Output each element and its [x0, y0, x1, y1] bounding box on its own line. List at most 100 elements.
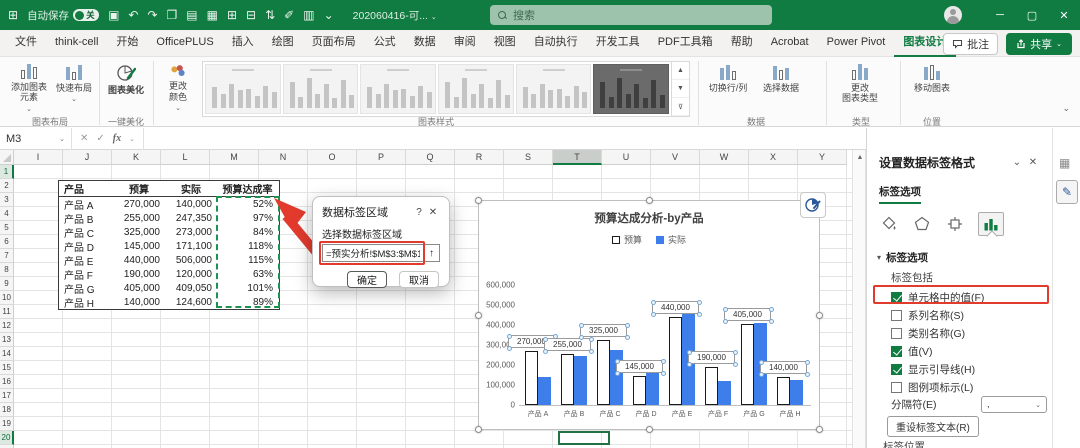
table-row[interactable]: 产品 D 145,000 171,100 118% — [59, 239, 279, 254]
column-header-S[interactable]: S — [504, 150, 553, 165]
row-header-8[interactable]: 8 — [0, 263, 14, 277]
gallery-down-icon[interactable]: ▼ — [672, 80, 689, 98]
legend-item-budget[interactable]: 预算 — [611, 233, 642, 246]
name-box[interactable]: M3 ⌄ — [0, 127, 72, 150]
column-header-R[interactable]: R — [455, 150, 504, 165]
table-row[interactable]: 产品 B 255,000 247,350 97% — [59, 211, 279, 226]
size-properties-icon[interactable] — [945, 214, 965, 234]
switch-row-column-button[interactable]: 切换行/列 — [702, 60, 754, 112]
chart-handle[interactable] — [646, 426, 653, 433]
bar-budget-产品 D[interactable] — [633, 376, 646, 405]
column-header-M[interactable]: M — [210, 150, 259, 165]
data-label-产品 G[interactable]: 405,000 — [723, 307, 774, 324]
format-painter-icon[interactable]: ✐ — [284, 9, 294, 21]
change-colors-button[interactable]: 更改 颜色 ⌄ — [157, 60, 199, 112]
select-data-button[interactable]: 选择数据 — [756, 60, 806, 112]
row-header-16[interactable]: 16 — [0, 375, 14, 389]
copy-icon[interactable]: ❐ — [167, 9, 178, 21]
ribbon-tab-PDF工具箱[interactable]: PDF工具箱 — [649, 30, 722, 57]
column-header-Q[interactable]: Q — [406, 150, 455, 165]
dialog-close-icon[interactable]: ✕ — [426, 207, 440, 218]
fill-line-icon[interactable] — [879, 214, 899, 234]
reset-label-text-button[interactable]: 重设标签文本(R) — [887, 416, 979, 437]
column-header-L[interactable]: L — [161, 150, 210, 165]
column-header-Y[interactable]: Y — [798, 150, 847, 165]
checkbox-checked[interactable] — [891, 363, 902, 375]
dialog-help-icon[interactable]: ? — [412, 207, 426, 218]
section-label-options[interactable]: ▾ 标签选项 — [877, 250, 928, 265]
chart-style-thumbnail[interactable] — [205, 64, 281, 114]
ribbon-tab-插入[interactable]: 插入 — [223, 30, 263, 57]
column-header-X[interactable]: X — [749, 150, 798, 165]
row-header-2[interactable]: 2 — [0, 179, 14, 193]
row-header-1[interactable]: 1 — [0, 165, 14, 179]
more-commands-icon[interactable]: ⌄ — [324, 9, 334, 21]
ok-button[interactable]: 确定 — [347, 271, 387, 288]
minimize-button[interactable]: ─ — [984, 0, 1016, 30]
checkbox-unchecked[interactable] — [891, 327, 902, 339]
chart-handle[interactable] — [475, 197, 482, 204]
checkbox-checked[interactable] — [891, 291, 902, 303]
column-header-V[interactable]: V — [651, 150, 700, 165]
ribbon-tab-Acrobat[interactable]: Acrobat — [762, 30, 818, 57]
legend-item-actual[interactable]: 实际 — [656, 233, 686, 246]
format-pane-icon[interactable]: ✎ — [1056, 180, 1078, 204]
row-header-11[interactable]: 11 — [0, 305, 14, 319]
chart-style-thumbnail[interactable] — [593, 64, 670, 114]
data-label-产品 F[interactable]: 190,000 — [687, 350, 738, 367]
undo-icon[interactable]: ↶ — [128, 9, 138, 21]
column-header-U[interactable]: U — [602, 150, 651, 165]
tab-label-options[interactable]: 标签选项 — [879, 184, 921, 204]
row-header-14[interactable]: 14 — [0, 347, 14, 361]
table-row[interactable]: 产品 A 270,000 140,000 52% — [59, 197, 279, 212]
move-chart-button[interactable]: 移动图表 — [906, 60, 958, 112]
sort-icon[interactable]: ⇅ — [265, 9, 275, 21]
ribbon-tab-自动执行[interactable]: 自动执行 — [525, 30, 587, 57]
row-header-15[interactable]: 15 — [0, 361, 14, 375]
data-label-产品 B[interactable]: 255,000 — [543, 337, 594, 354]
ribbon-tab-开始[interactable]: 开始 — [107, 30, 147, 57]
checkbox-row-类别名称(G)[interactable]: 类别名称(G) — [891, 324, 1047, 342]
chart-handle[interactable] — [475, 426, 482, 433]
ribbon-tab-帮助[interactable]: 帮助 — [722, 30, 762, 57]
checkbox-checked[interactable] — [891, 345, 902, 357]
collapse-dialog-icon[interactable]: ↑ — [423, 244, 440, 262]
checkbox-unchecked[interactable] — [891, 381, 902, 393]
pivot-table-icon[interactable]: ▥ — [303, 9, 314, 21]
ribbon-tab-页面布局[interactable]: 页面布局 — [303, 30, 365, 57]
app-launcher-icon[interactable]: ⊞ — [8, 9, 18, 21]
ribbon-tab-文件[interactable]: 文件 — [6, 30, 46, 57]
data-label-range-input[interactable] — [322, 244, 423, 262]
column-header-W[interactable]: W — [700, 150, 749, 165]
row-header-4[interactable]: 4 — [0, 207, 14, 221]
bar-actual-产品 B[interactable] — [574, 355, 587, 405]
chart-style-thumbnail[interactable] — [515, 64, 592, 114]
data-label-产品 H[interactable]: 140,000 — [759, 360, 810, 377]
data-label-产品 C[interactable]: 325,000 — [579, 323, 630, 340]
ribbon-tab-OfficePLUS[interactable]: OfficePLUS — [147, 30, 222, 57]
data-label-产品 D[interactable]: 145,000 — [615, 359, 666, 376]
ribbon-tab-公式[interactable]: 公式 — [365, 30, 405, 57]
column-header-P[interactable]: P — [357, 150, 406, 165]
column-header-J[interactable]: J — [63, 150, 112, 165]
chart-handle[interactable] — [816, 312, 823, 319]
chart-style-thumbnail[interactable] — [360, 64, 437, 114]
ribbon-tab-think-cell[interactable]: think-cell — [46, 30, 107, 57]
row-header-13[interactable]: 13 — [0, 333, 14, 347]
insert-cells-icon[interactable]: ⊞ — [227, 9, 237, 21]
bar-budget-产品 H[interactable] — [777, 377, 790, 405]
bar-budget-产品 F[interactable] — [705, 367, 718, 405]
row-header-20[interactable]: 20 — [0, 431, 14, 445]
column-header-I[interactable]: I — [14, 150, 63, 165]
checkbox-row-单元格中的值(F)[interactable]: 单元格中的值(F) — [873, 285, 1049, 306]
chart-beautify-button[interactable]: 图表美化 — [102, 60, 150, 112]
row-header-10[interactable]: 10 — [0, 291, 14, 305]
collapse-ribbon-icon[interactable]: ⌄ — [1062, 103, 1070, 114]
comments-button[interactable]: 批注 — [943, 33, 999, 55]
column-header-T[interactable]: T — [553, 150, 602, 165]
bar-actual-产品 H[interactable] — [790, 380, 803, 405]
close-button[interactable]: ✕ — [1048, 0, 1080, 30]
ribbon-tab-数据[interactable]: 数据 — [405, 30, 445, 57]
row-header-5[interactable]: 5 — [0, 221, 14, 235]
table-icon[interactable]: ▦ — [207, 9, 218, 21]
